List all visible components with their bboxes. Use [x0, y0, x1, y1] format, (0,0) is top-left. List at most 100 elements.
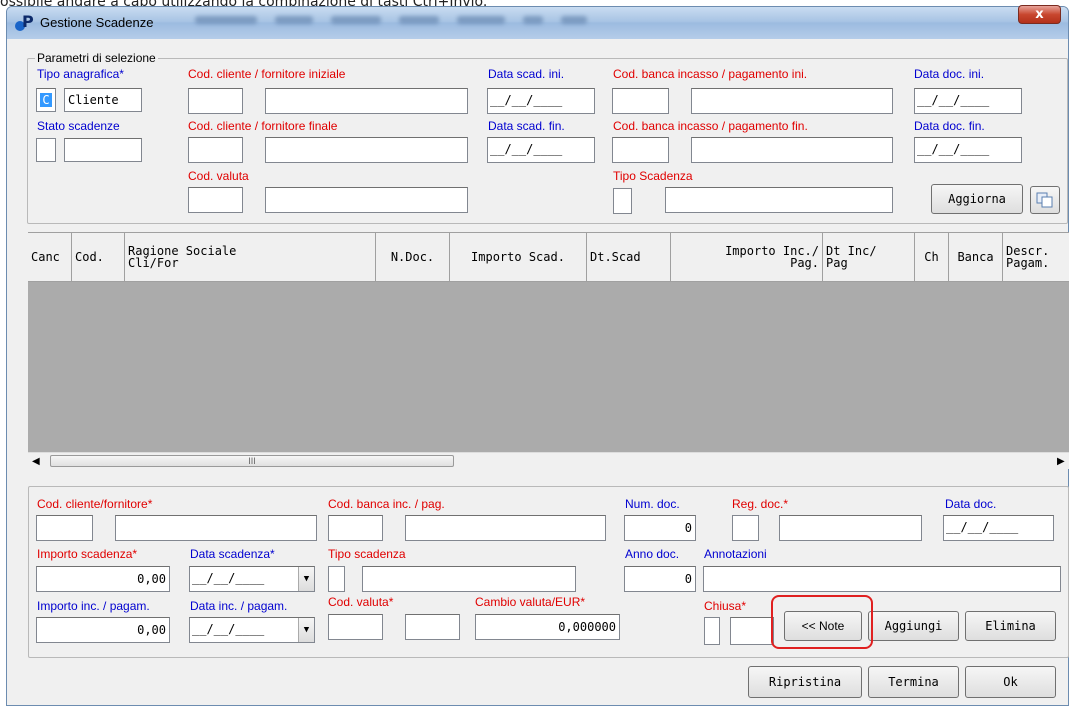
num-doc-field[interactable]: 0: [624, 515, 696, 541]
tipo-anagrafica-code-field[interactable]: C: [36, 88, 56, 112]
note-highlight-circle: [771, 595, 873, 649]
importo-inc-label: Importo inc. / pagam.: [37, 599, 150, 613]
column-canc[interactable]: Canc: [28, 233, 72, 281]
p-app-icon: P: [15, 12, 34, 31]
column-n-doc[interactable]: N.Doc.: [376, 233, 450, 281]
cod-valuta-desc-field[interactable]: [265, 187, 468, 213]
data-scadenza-label: Data scadenza*: [190, 547, 275, 561]
cod-banca-code-field[interactable]: [328, 515, 383, 541]
importo-inc-field[interactable]: 0,00: [36, 617, 170, 643]
cod-cliente-ini-code-field[interactable]: [188, 88, 243, 114]
elimina-button[interactable]: Elimina: [965, 611, 1056, 641]
aggiorna-button[interactable]: Aggiorna: [931, 184, 1023, 214]
column-importo-inc[interactable]: Importo Inc./Pag.: [671, 233, 823, 281]
horizontal-scrollbar[interactable]: ◀ III ▶: [28, 452, 1069, 469]
elimina-button-label: Elimina: [985, 619, 1036, 633]
reg-doc-label: Reg. doc.*: [732, 497, 789, 511]
anno-doc-label: Anno doc.: [625, 547, 680, 561]
column-ragione-sociale[interactable]: Ragione Sociale Cli/For: [125, 233, 376, 281]
termina-button-label: Termina: [888, 675, 939, 689]
blurred-menu-bar: [195, 16, 695, 28]
ripristina-button[interactable]: Ripristina: [748, 666, 862, 698]
grid-header: Canc Cod. Ragione Sociale Cli/For N.Doc. …: [28, 232, 1069, 282]
column-cod[interactable]: Cod.: [72, 233, 125, 281]
tipo-anagrafica-label: Tipo anagrafica*: [37, 67, 124, 81]
aggiungi-button-label: Aggiungi: [884, 619, 943, 633]
data-scad-fin-label: Data scad. fin.: [488, 119, 565, 133]
selection-legend: Parametri di selezione: [35, 51, 158, 65]
column-descr-pagam[interactable]: Descr. Pagam.: [1003, 233, 1057, 281]
cod-banca-desc-field[interactable]: [405, 515, 606, 541]
window-title: Gestione Scadenze: [40, 15, 154, 30]
chevron-down-icon[interactable]: ▼: [298, 567, 314, 591]
anno-doc-field[interactable]: 0: [624, 566, 696, 592]
stato-scadenze-field[interactable]: [64, 138, 142, 162]
tipo-scadenza-detail-checkbox[interactable]: [328, 566, 345, 592]
importo-scadenza-label: Importo scadenza*: [37, 547, 138, 561]
cod-cliente-fornitore-name-field[interactable]: [115, 515, 317, 541]
data-scad-ini-label: Data scad. ini.: [488, 67, 565, 81]
cod-cliente-fin-name-field[interactable]: [265, 137, 468, 163]
copy-button[interactable]: [1030, 186, 1060, 214]
column-dt-inc[interactable]: Dt Inc/Pag: [823, 233, 915, 281]
scroll-left-arrow-icon[interactable]: ◀: [32, 456, 40, 467]
cod-cliente-fin-label: Cod. cliente / fornitore finale: [188, 119, 338, 133]
data-doc-ini-field[interactable]: __/__/____: [914, 88, 1022, 114]
data-scadenza-combo[interactable]: __/__/____ ▼: [189, 566, 315, 592]
data-doc-ini-label: Data doc. ini.: [914, 67, 985, 81]
cambio-valuta-label: Cambio valuta/EUR*: [475, 595, 586, 609]
cod-banca-fin-desc-field[interactable]: [691, 137, 893, 163]
grid-body[interactable]: [28, 282, 1069, 452]
data-inc-combo[interactable]: __/__/____ ▼: [189, 617, 315, 643]
cod-banca-ini-desc-field[interactable]: [691, 88, 893, 114]
reg-doc-field[interactable]: [779, 515, 922, 541]
termina-button[interactable]: Termina: [868, 666, 959, 698]
tipo-scadenza-checkbox[interactable]: [613, 188, 632, 214]
data-scad-ini-field[interactable]: __/__/____: [487, 88, 595, 114]
column-ch[interactable]: Ch: [915, 233, 949, 281]
cod-banca-ini-label: Cod. banca incasso / pagamento ini.: [613, 67, 808, 81]
svg-text:P: P: [22, 12, 34, 31]
reg-doc-checkbox[interactable]: [732, 515, 759, 541]
scroll-thumb[interactable]: III: [50, 455, 454, 467]
chevron-down-icon[interactable]: ▼: [298, 618, 314, 642]
tipo-scadenza-detail-field[interactable]: [362, 566, 576, 592]
tipo-anagrafica-value-field[interactable]: Cliente: [64, 88, 142, 112]
cod-valuta-label: Cod. valuta: [188, 169, 249, 183]
cod-cliente-ini-name-field[interactable]: [265, 88, 468, 114]
cod-valuta-detail-label: Cod. valuta*: [328, 595, 394, 609]
cod-banca-ini-code-field[interactable]: [612, 88, 669, 114]
column-dt-scad[interactable]: Dt.Scad: [587, 233, 671, 281]
column-banca[interactable]: Banca: [949, 233, 1003, 281]
cod-cliente-ini-label: Cod. cliente / fornitore iniziale: [188, 67, 346, 81]
aggiungi-button[interactable]: Aggiungi: [868, 611, 959, 641]
tipo-scadenza-field[interactable]: [665, 187, 893, 213]
cod-valuta-detail-code-field[interactable]: [328, 614, 383, 640]
data-doc-field[interactable]: __/__/____: [943, 515, 1054, 541]
ok-button[interactable]: Ok: [965, 666, 1056, 698]
cod-cliente-fin-code-field[interactable]: [188, 137, 243, 163]
cod-cliente-fornitore-code-field[interactable]: [36, 515, 93, 541]
importo-scadenza-field[interactable]: 0,00: [36, 566, 170, 592]
scroll-right-arrow-icon[interactable]: ▶: [1057, 456, 1065, 467]
data-doc-fin-field[interactable]: __/__/____: [914, 137, 1022, 163]
cambio-valuta-field[interactable]: 0,000000: [475, 614, 620, 640]
chiusa-field[interactable]: [730, 617, 774, 645]
tipo-scadenza-label: Tipo Scadenza: [613, 169, 693, 183]
copy-icon: [1036, 192, 1053, 208]
cod-banca-fin-code-field[interactable]: [612, 137, 669, 163]
stato-scadenze-label: Stato scadenze: [37, 119, 120, 133]
column-importo-scad[interactable]: Importo Scad.: [450, 233, 587, 281]
stato-scadenze-checkbox[interactable]: [36, 138, 56, 162]
aggiorna-button-label: Aggiorna: [948, 192, 1006, 206]
cod-valuta-code-field[interactable]: [188, 187, 243, 213]
annotazioni-field[interactable]: [703, 566, 1061, 592]
cod-valuta-detail-desc-field[interactable]: [405, 614, 460, 640]
cod-cliente-fornitore-label: Cod. cliente/fornitore*: [37, 497, 153, 511]
data-inc-label: Data inc. / pagam.: [190, 599, 288, 613]
data-doc-label: Data doc.: [945, 497, 997, 511]
data-scad-fin-field[interactable]: __/__/____: [487, 137, 595, 163]
chiusa-checkbox[interactable]: [704, 617, 720, 645]
close-window-button[interactable]: x: [1018, 5, 1061, 24]
data-scadenza-value: __/__/____: [192, 571, 265, 585]
